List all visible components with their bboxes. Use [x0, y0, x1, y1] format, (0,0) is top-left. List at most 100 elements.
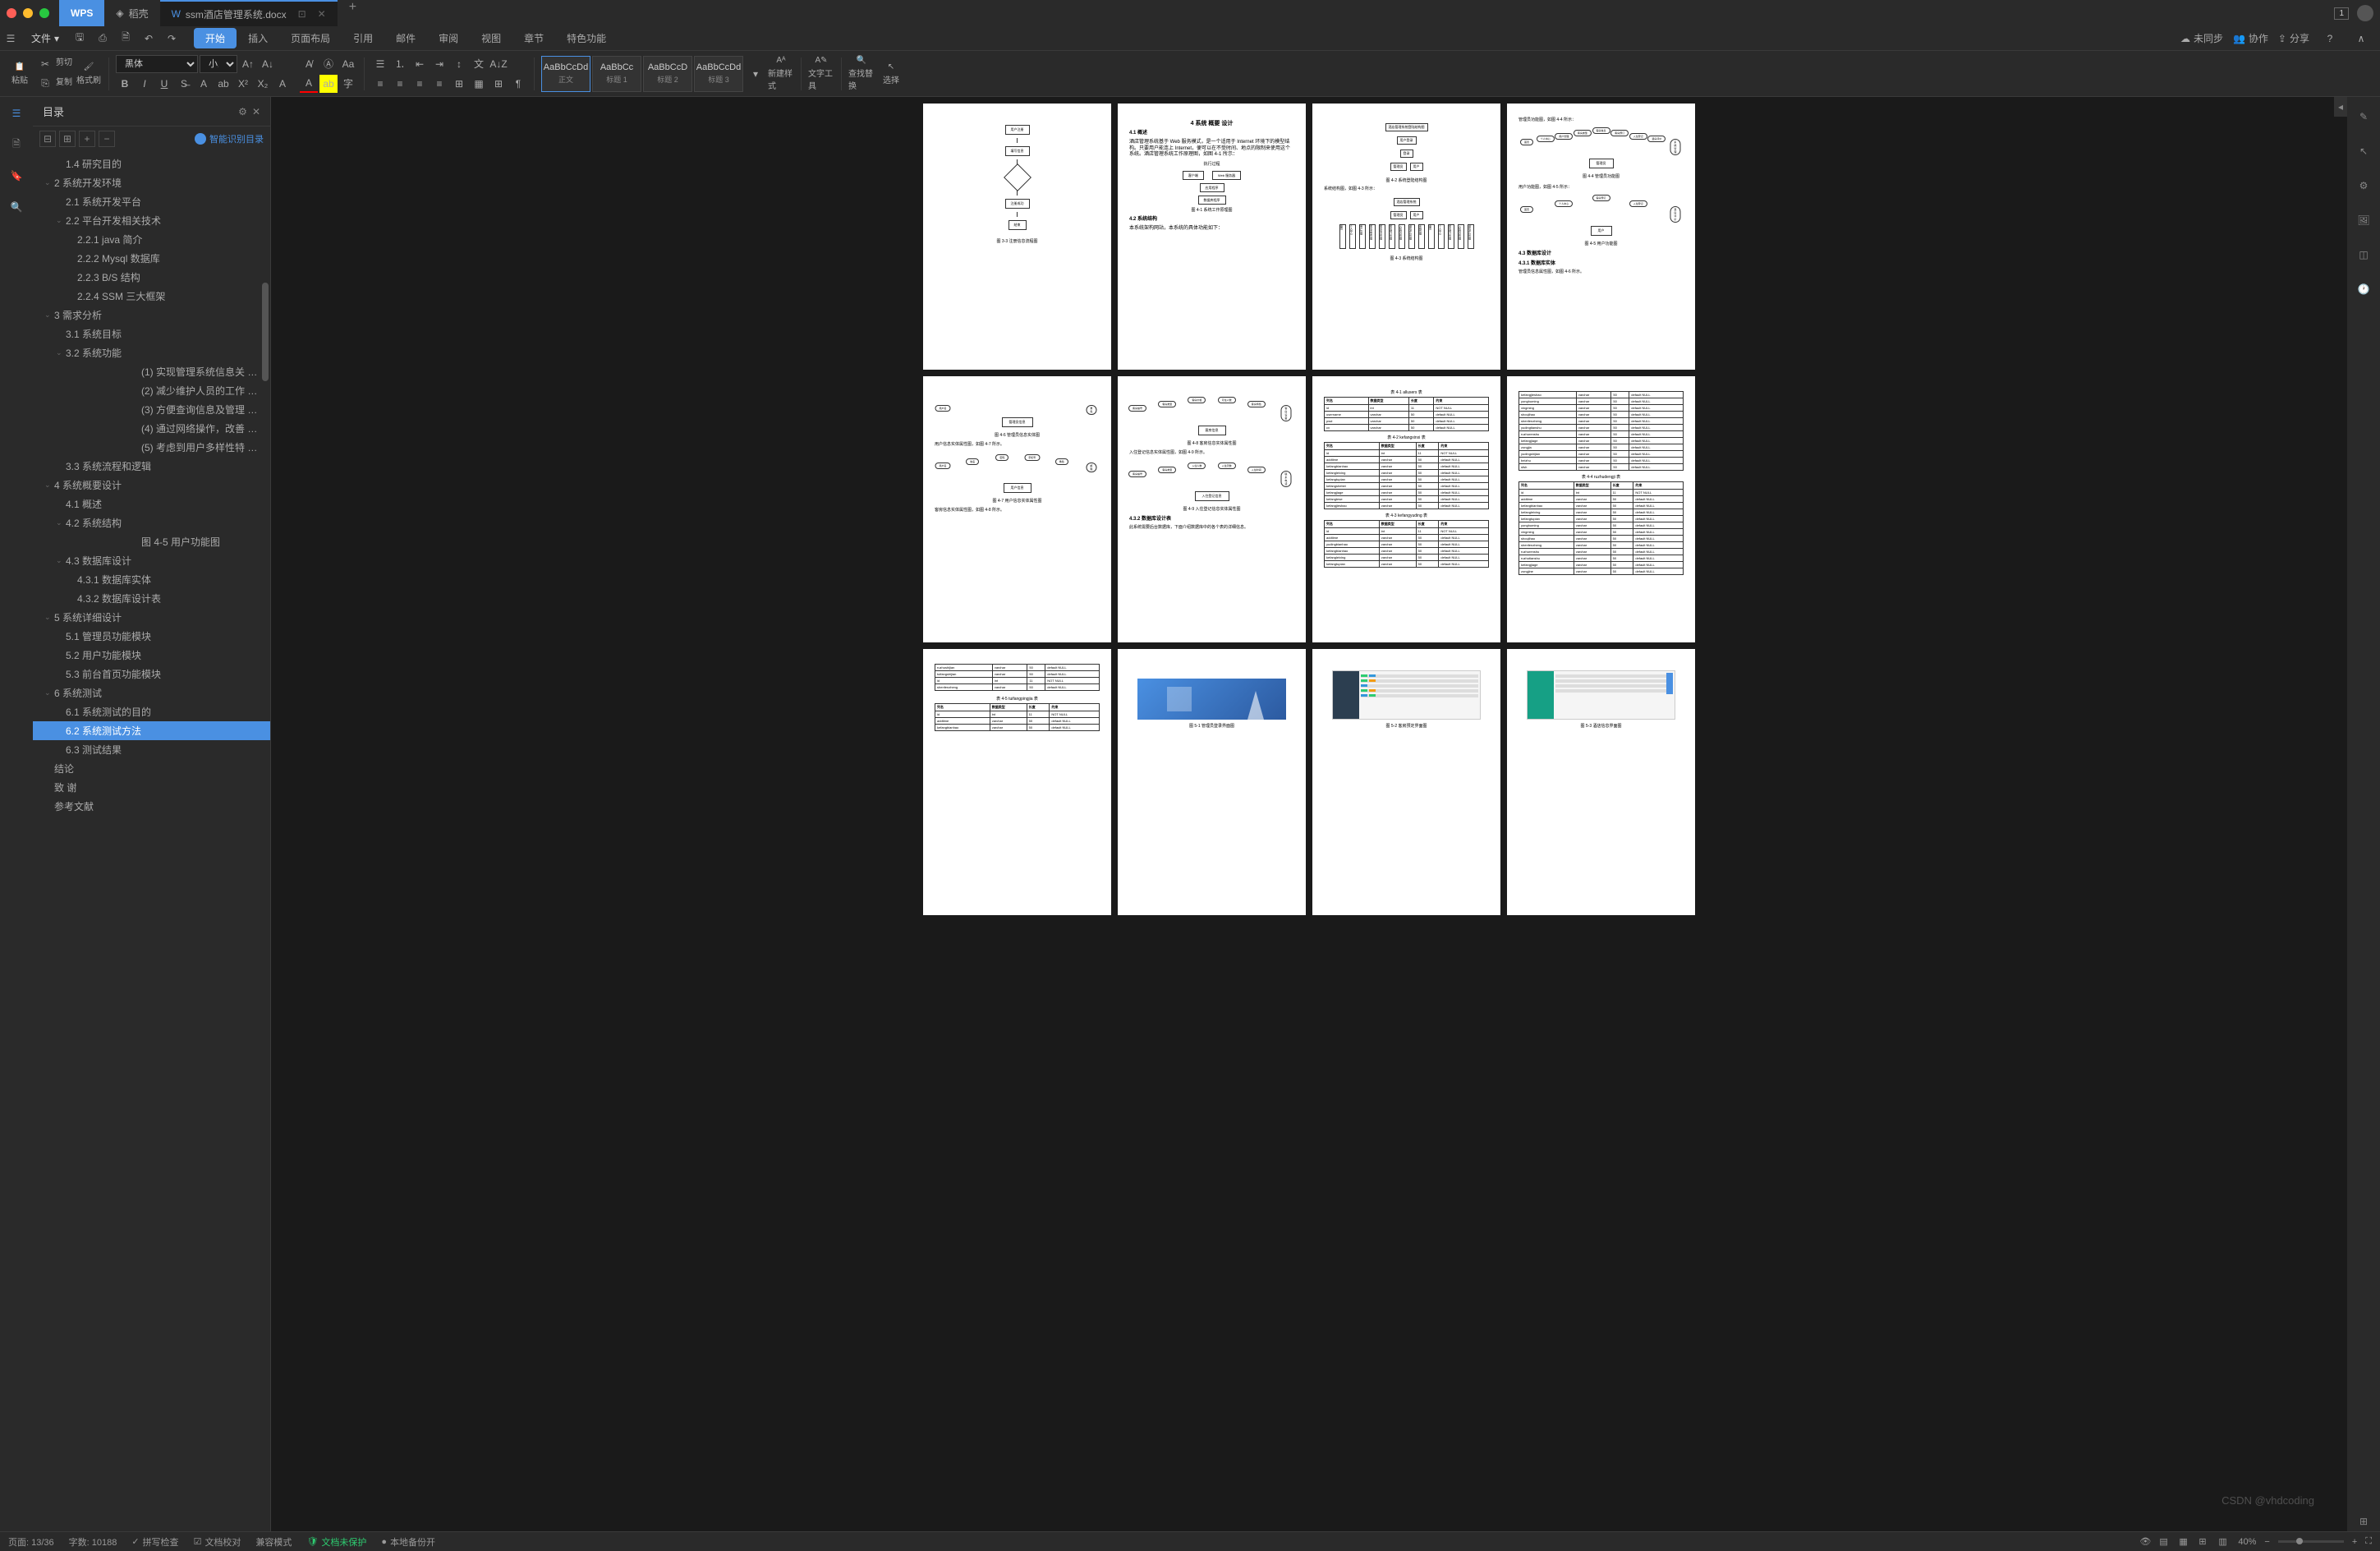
zoom-level[interactable]: 40%	[2238, 1537, 2256, 1547]
page-rail-icon[interactable]: 🗎	[7, 135, 26, 154]
outline-item[interactable]: 致 谢	[33, 778, 270, 797]
search-rail-icon[interactable]: 🔍	[7, 197, 26, 217]
outline-item[interactable]: ⌄4.2 系统结构	[33, 513, 270, 532]
outline-item[interactable]: ⌄4 系统概要设计	[33, 476, 270, 495]
new-tab-button[interactable]: +	[338, 0, 368, 26]
titlebar-tab-document[interactable]: W ssm酒店管理系统.docx ⊡ ✕	[160, 0, 338, 26]
page-thumbnail-6[interactable]: 客房信息客房编号客房类型客房价格可住人数客房特色客房设备 图 4-8 客房信息实…	[1118, 376, 1306, 642]
close-tab-icon[interactable]: ✕	[318, 8, 326, 20]
sort-button[interactable]: A↓Z	[489, 55, 508, 73]
menu-tab-引用[interactable]: 引用	[342, 28, 384, 48]
style-item-标题 2[interactable]: AaBbCcD标题 2	[643, 56, 692, 92]
outline-item[interactable]: (1) 实现管理系统信息关 …	[33, 362, 270, 381]
eye-view-icon[interactable]: 👁	[2139, 1536, 2151, 1548]
phonetic-icon[interactable]: Ⓐ	[319, 55, 338, 73]
outline-layout-icon[interactable]: ⊞	[2199, 1536, 2210, 1548]
backup-status[interactable]: ●本地备份开	[381, 1535, 435, 1549]
font-color-dropdown[interactable]: A	[300, 75, 318, 93]
font-size-select[interactable]: 小三	[200, 55, 237, 73]
outline-item[interactable]: ⌄6 系统测试	[33, 683, 270, 702]
expand-all-icon[interactable]: ⊞	[59, 131, 76, 147]
chevron-icon[interactable]: ⌄	[56, 556, 66, 565]
font-name-select[interactable]: 黑体	[116, 55, 198, 73]
add-heading-icon[interactable]: +	[79, 131, 95, 147]
align-center-button[interactable]: ≡	[391, 75, 409, 93]
pen-tool-icon[interactable]: ✎	[2354, 107, 2373, 127]
find-replace-button[interactable]: 🔍查找替换	[848, 58, 875, 90]
chevron-icon[interactable]: ⌄	[44, 613, 54, 622]
outline-item[interactable]: ⌄3 需求分析	[33, 306, 270, 324]
redo-icon[interactable]: ↷	[161, 28, 182, 49]
outline-item[interactable]: (5) 考虑到用户多样性特 …	[33, 438, 270, 457]
format-painter-button[interactable]: 🖌格式刷	[76, 58, 102, 90]
chevron-icon[interactable]: ⌄	[56, 518, 66, 527]
chevron-icon[interactable]: ⌄	[56, 216, 66, 225]
chevron-up-icon[interactable]: ∧	[2350, 28, 2372, 49]
font-color-button[interactable]: A	[195, 75, 213, 93]
outline-item[interactable]: (4) 通过网络操作，改善 …	[33, 419, 270, 438]
sync-status[interactable]: ☁未同步	[2180, 31, 2223, 45]
outline-item[interactable]: 结论	[33, 759, 270, 778]
bookmark-rail-icon[interactable]: 🔖	[7, 166, 26, 186]
outline-item[interactable]: 2.2.4 SSM 三大框架	[33, 287, 270, 306]
underline-button[interactable]: U	[155, 75, 173, 93]
style-item-正文[interactable]: AaBbCcDd正文	[541, 56, 590, 92]
page-indicator[interactable]: 页面: 13/36	[8, 1535, 54, 1549]
outline-item[interactable]: 2.2.1 java 简介	[33, 230, 270, 249]
collapse-right-panel-icon[interactable]: ◂	[2334, 97, 2347, 117]
outline-item[interactable]: ⌄4.3 数据库设计	[33, 551, 270, 570]
outline-item[interactable]: 2.2.2 Mysql 数据库	[33, 249, 270, 268]
menu-tab-审阅[interactable]: 审阅	[427, 28, 470, 48]
chevron-icon[interactable]: ⌄	[44, 481, 54, 490]
box-tool-icon[interactable]: ◫	[2354, 245, 2373, 265]
cut-button[interactable]: ✂	[36, 55, 54, 73]
outline-item[interactable]: 4.3.2 数据库设计表	[33, 589, 270, 608]
undo-icon[interactable]: ↶	[138, 28, 159, 49]
chevron-icon[interactable]: ⌄	[56, 348, 66, 357]
justify-button[interactable]: ≡	[430, 75, 448, 93]
page-thumbnail-7[interactable]: 表 4-1 allusers 表 列名数据类型长度约束idint11NOT NU…	[1312, 376, 1500, 642]
page-thumbnail-5[interactable]: 管理员信息用户名角色 图 4-6 管理员信息实体图 用户信息实体属性图，如图 4…	[923, 376, 1111, 642]
text-direction-button[interactable]: 文	[470, 55, 488, 73]
minimize-window-button[interactable]	[23, 8, 33, 18]
word-count[interactable]: 字数: 10188	[69, 1535, 117, 1549]
char-border-button[interactable]: A	[273, 75, 292, 93]
print-icon[interactable]: ⎙	[92, 28, 113, 49]
share-button[interactable]: ⇪分享	[2278, 31, 2309, 45]
outline-item[interactable]: ⌄2 系统开发环境	[33, 173, 270, 192]
tab-menu-icon[interactable]: ⊡	[298, 8, 306, 20]
distribute-button[interactable]: ⊞	[450, 75, 468, 93]
help-icon[interactable]: ?	[2319, 28, 2341, 49]
outline-settings-icon[interactable]: ⚙	[238, 106, 247, 117]
change-case-icon[interactable]: Aa	[339, 55, 357, 73]
outline-item[interactable]: (3) 方便查询信息及管理 …	[33, 400, 270, 419]
menu-tab-邮件[interactable]: 邮件	[384, 28, 427, 48]
select-button[interactable]: ↖选择	[878, 58, 904, 90]
increase-font-icon[interactable]: A↑	[239, 55, 257, 73]
decrease-indent-button[interactable]: ⇤	[411, 55, 429, 73]
outline-item[interactable]: 6.2 系统测试方法	[33, 721, 270, 740]
chevron-icon[interactable]: ⌄	[44, 688, 54, 697]
page-thumbnail-11[interactable]: 图 5-2 客房预定界面图	[1312, 649, 1500, 915]
highlight-dropdown[interactable]: ab	[319, 75, 338, 93]
outline-item[interactable]: 3.1 系统目标	[33, 324, 270, 343]
menu-tab-页面布局[interactable]: 页面布局	[279, 28, 342, 48]
doc-check-status[interactable]: ☑文档校对	[194, 1535, 241, 1549]
outline-item[interactable]: 4.1 概述	[33, 495, 270, 513]
close-window-button[interactable]	[7, 8, 16, 18]
decrease-font-icon[interactable]: A↓	[259, 55, 277, 73]
numbering-button[interactable]: ⒈	[391, 55, 409, 73]
zoom-slider[interactable]	[2278, 1540, 2344, 1543]
text-tools-button[interactable]: A✎文字工具	[808, 58, 834, 90]
superscript-button[interactable]: X²	[234, 75, 252, 93]
file-menu[interactable]: 文件▾	[23, 31, 67, 45]
collab-button[interactable]: 👥协作	[2233, 31, 2268, 45]
paste-button[interactable]: 📋粘贴	[7, 58, 33, 90]
page-thumbnail-3[interactable]: 酒店管理系统登陆结构图 用户登录 登录 管理员 用户 图 4-2 系统登陆结构图…	[1312, 104, 1500, 370]
page-thumbnail-2[interactable]: 4 系统 概要 设计 4.1 概述 酒店管理系统基于 Web 服务模式，是一个适…	[1118, 104, 1306, 370]
clear-format-icon[interactable]: A̸	[300, 55, 318, 73]
shading-button[interactable]: ▦	[470, 75, 488, 93]
style-gallery-more[interactable]: ▾	[747, 65, 765, 83]
close-panel-icon[interactable]: ✕	[252, 106, 260, 117]
outline-item[interactable]: 图 4-5 用户功能图	[33, 532, 270, 551]
